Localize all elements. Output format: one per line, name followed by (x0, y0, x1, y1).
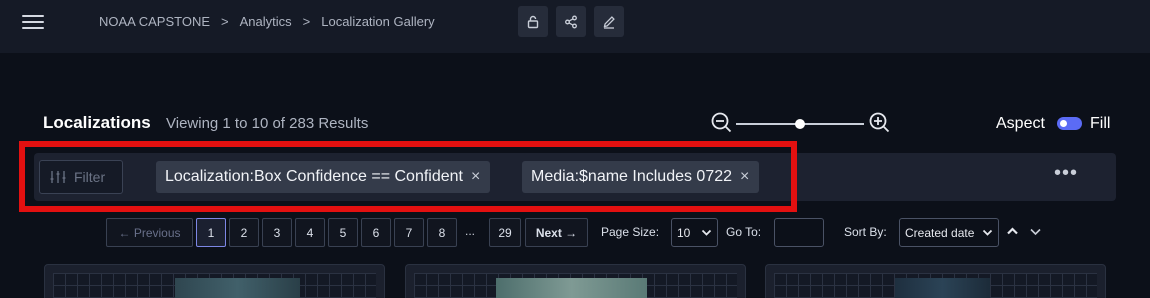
zoom-in-icon[interactable] (868, 112, 890, 134)
edit-button[interactable] (594, 6, 624, 37)
page-7-button[interactable]: 7 (394, 218, 424, 247)
page-4-button[interactable]: 4 (295, 218, 325, 247)
page-2-button[interactable]: 2 (229, 218, 259, 247)
goto-input[interactable] (774, 218, 824, 247)
localization-thumbnail (496, 278, 647, 298)
page-size-value: 10 (677, 225, 691, 240)
lock-button[interactable] (518, 6, 548, 37)
page-5-button[interactable]: 5 (328, 218, 358, 247)
results-count: Viewing 1 to 10 of 283 Results (166, 115, 369, 132)
breadcrumb-separator: > (221, 14, 229, 29)
page-size-select[interactable]: 10 (671, 218, 718, 247)
sort-descending-icon[interactable] (1029, 225, 1042, 238)
zoom-slider-handle[interactable] (795, 119, 805, 129)
page-title: Localizations (43, 113, 151, 132)
breadcrumb-project[interactable]: NOAA CAPSTONE (99, 14, 210, 29)
menu-icon[interactable] (22, 13, 44, 31)
breadcrumb-current: Localization Gallery (321, 14, 435, 29)
breadcrumb: NOAA CAPSTONE > Analytics > Localization… (99, 14, 435, 29)
highlight-box (19, 141, 797, 212)
sort-ascending-icon[interactable] (1006, 225, 1019, 238)
sort-select[interactable]: Created date (899, 218, 999, 247)
sort-value: Created date (905, 225, 975, 240)
next-button[interactable]: Next → (525, 218, 588, 247)
localization-thumbnail (175, 278, 300, 298)
pagination-ellipsis: ... (465, 224, 476, 238)
page-8-button[interactable]: 8 (427, 218, 457, 247)
chevron-down-icon (982, 227, 993, 238)
page-1-button[interactable]: 1 (196, 218, 226, 247)
page-6-button[interactable]: 6 (361, 218, 391, 247)
lock-icon (527, 15, 539, 28)
fill-label: Fill (1090, 115, 1111, 132)
page-size-label: Page Size: (601, 225, 660, 239)
toggle-knob (1060, 120, 1067, 127)
more-options-icon[interactable]: ••• (1054, 163, 1078, 183)
previous-button[interactable]: ← Previous (106, 218, 193, 247)
breadcrumb-separator: > (302, 14, 311, 29)
goto-label: Go To: (726, 225, 762, 239)
localization-thumbnail (895, 278, 990, 298)
breadcrumb-analytics[interactable]: Analytics (240, 14, 292, 29)
page-29-button[interactable]: 29 (489, 218, 521, 247)
edit-icon (603, 15, 615, 29)
share-icon (565, 15, 577, 28)
aspect-fill-toggle[interactable] (1057, 117, 1082, 130)
sort-label: Sort By: (844, 225, 887, 239)
share-button[interactable] (556, 6, 586, 37)
zoom-out-icon[interactable] (711, 112, 733, 134)
page-3-button[interactable]: 3 (262, 218, 292, 247)
chevron-down-icon (701, 229, 712, 236)
aspect-label: Aspect (996, 115, 1045, 132)
